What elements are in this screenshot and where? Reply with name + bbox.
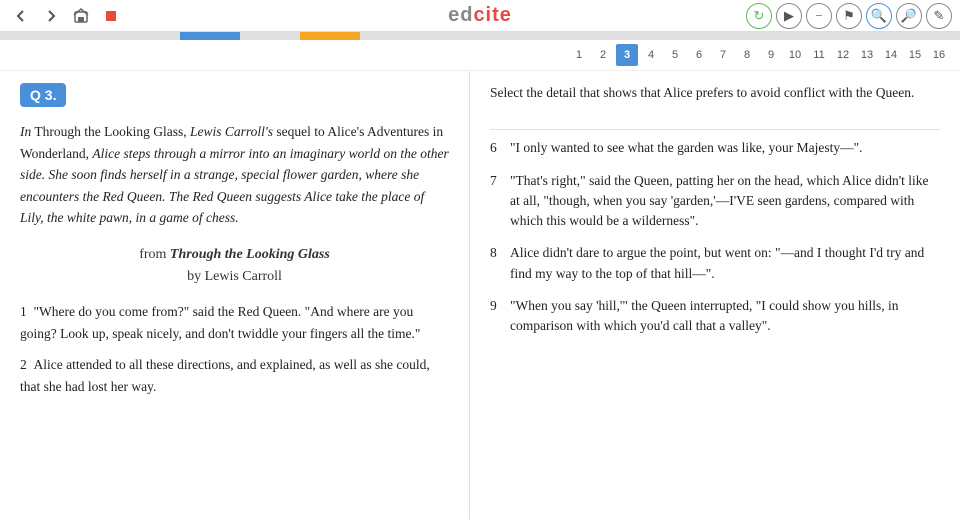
question-number-15[interactable]: 15 (904, 44, 926, 66)
passage-panel: Q 3. In Through the Looking Glass, Lewis… (0, 71, 470, 519)
answer-option-9[interactable]: 9 "When you say 'hill,'" the Queen inter… (490, 296, 940, 337)
zoom-in-button[interactable]: 🔍 (866, 3, 892, 29)
progress-seg-7 (360, 32, 420, 40)
passage-main-italic: Alice steps through a mirror into an ima… (20, 146, 449, 226)
question-number-3[interactable]: 3 (616, 44, 638, 66)
question-number-4[interactable]: 4 (640, 44, 662, 66)
paragraph-num-1: 1 (20, 304, 34, 319)
paragraph-num-2: 2 (20, 357, 34, 372)
question-number-13[interactable]: 13 (856, 44, 878, 66)
progress-seg-10 (540, 32, 600, 40)
progress-seg-16 (900, 32, 960, 40)
zoom-out-button[interactable]: 🔎 (896, 3, 922, 29)
progress-seg-5 (240, 32, 300, 40)
progress-seg-12 (660, 32, 720, 40)
progress-seg-3 (120, 32, 180, 40)
progress-seg-11 (600, 32, 660, 40)
question-number-16[interactable]: 16 (928, 44, 950, 66)
question-number-10[interactable]: 10 (784, 44, 806, 66)
question-number-12[interactable]: 12 (832, 44, 854, 66)
progress-seg-9 (480, 32, 540, 40)
progress-seg-1 (0, 32, 60, 40)
question-panel: Select the detail that shows that Alice … (470, 71, 960, 519)
nav-right-buttons: ↻ ▶ − ⚑ 🔍 🔎 ✎ (746, 3, 952, 29)
forward-button[interactable] (38, 3, 64, 29)
paragraph-text-2: Alice attended to all these directions, … (20, 357, 430, 394)
question-number-14[interactable]: 14 (880, 44, 902, 66)
question-number-6[interactable]: 6 (688, 44, 710, 66)
progress-seg-8 (420, 32, 480, 40)
question-number-7[interactable]: 7 (712, 44, 734, 66)
option-num-8: 8 (490, 243, 504, 263)
progress-bar (0, 32, 960, 40)
progress-seg-14 (780, 32, 840, 40)
option-num-9: 9 (490, 296, 504, 316)
from-word: from (139, 247, 170, 262)
progress-seg-6 (300, 32, 360, 40)
passage-intro: In Through the Looking Glass, Lewis Carr… (20, 121, 449, 229)
option-text-8: Alice didn't dare to argue the point, bu… (510, 243, 940, 284)
app-logo: edcite (448, 4, 512, 27)
passage-intro-italic-in: In (20, 124, 31, 139)
nav-left-buttons (8, 3, 124, 29)
minus-button[interactable]: − (806, 3, 832, 29)
book-author: by Lewis Carroll (20, 269, 449, 285)
question-number-bar: 12345678910111213141516 (0, 40, 960, 71)
progress-seg-2 (60, 32, 120, 40)
refresh-button[interactable]: ↻ (746, 3, 772, 29)
answer-option-7[interactable]: 7 "That's right," said the Queen, pattin… (490, 171, 940, 232)
option-text-7: "That's right," said the Queen, patting … (510, 171, 940, 232)
question-number-1[interactable]: 1 (568, 44, 590, 66)
passage-paragraph-1: 1 "Where do you come from?" said the Red… (20, 301, 449, 344)
question-label: Q 3. (20, 83, 66, 107)
answer-option-6[interactable]: 6 "I only wanted to see what the garden … (490, 138, 940, 158)
question-prompt: Select the detail that shows that Alice … (490, 83, 940, 113)
logo-ed: ed (448, 4, 473, 26)
video-button[interactable]: ▶ (776, 3, 802, 29)
question-number-11[interactable]: 11 (808, 44, 830, 66)
question-number-5[interactable]: 5 (664, 44, 686, 66)
answer-option-8[interactable]: 8 Alice didn't dare to argue the point, … (490, 243, 940, 284)
progress-seg-4 (180, 32, 240, 40)
main-content: Q 3. In Through the Looking Glass, Lewis… (0, 71, 960, 519)
logo-cite: cite (473, 4, 511, 26)
progress-seg-15 (840, 32, 900, 40)
progress-seg-13 (720, 32, 780, 40)
home-button[interactable] (68, 3, 94, 29)
passage-author-name: Lewis Carroll's (190, 124, 273, 139)
option-num-7: 7 (490, 171, 504, 191)
question-number-9[interactable]: 9 (760, 44, 782, 66)
book-attribution: from Through the Looking Glass (20, 247, 449, 263)
book-title: Through the Looking Glass (170, 247, 330, 262)
paragraph-text-1: "Where do you come from?" said the Red Q… (20, 304, 420, 341)
edit-button[interactable]: ✎ (926, 3, 952, 29)
question-divider (490, 129, 940, 130)
stop-button[interactable] (98, 3, 124, 29)
option-text-9: "When you say 'hill,'" the Queen interru… (510, 296, 940, 337)
top-navigation-bar: edcite ↻ ▶ − ⚑ 🔍 🔎 ✎ (0, 0, 960, 32)
question-number-2[interactable]: 2 (592, 44, 614, 66)
option-text-6: "I only wanted to see what the garden wa… (510, 138, 863, 158)
question-number-8[interactable]: 8 (736, 44, 758, 66)
flag-button[interactable]: ⚑ (836, 3, 862, 29)
option-num-6: 6 (490, 138, 504, 158)
passage-paragraph-2: 2 Alice attended to all these directions… (20, 354, 449, 397)
back-button[interactable] (8, 3, 34, 29)
